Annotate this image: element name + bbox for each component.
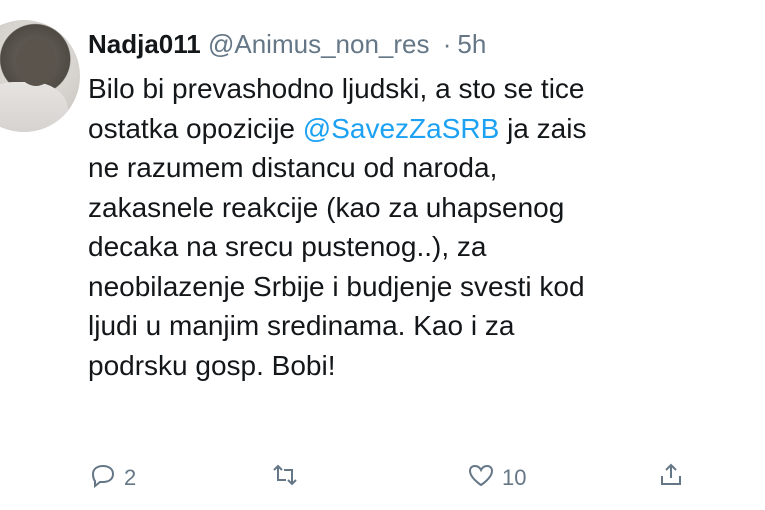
tweet-line-3: ne razumem distancu od naroda,: [88, 152, 498, 183]
tweet-line-6: neobilazenje Srbije i budjenje svesti ko…: [88, 270, 585, 302]
tweet-header: Nadja011 @Animus_non_res · 5h: [88, 28, 486, 60]
header-separator: ·: [442, 29, 452, 59]
mention-link[interactable]: @SavezZaSRB: [303, 113, 500, 144]
avatar-shirt: [0, 82, 68, 132]
share-icon: [656, 460, 686, 496]
author-name[interactable]: Nadja011: [88, 29, 201, 59]
tweet-line-2-text: ostatka opozicije: [88, 112, 296, 144]
share-button[interactable]: [656, 460, 692, 496]
tweet-line-2-tail: ja zais: [499, 112, 587, 144]
tweet-line-5: decaka na srecu pustenog..), za: [88, 231, 487, 262]
tweet-line-7: ljudi u manjim sredinama. Kao i za: [88, 310, 515, 341]
retweet-button[interactable]: [270, 460, 306, 496]
tweet-text: Bilo bi prevashodno ljudski, a sto se ti…: [88, 69, 765, 385]
tweet-card[interactable]: Nadja011 @Animus_non_res · 5h Bilo bi pre…: [0, 0, 765, 510]
tweet-line-8: podrsku gosp. Bobi!: [88, 349, 336, 381]
tweet-line-4: zakasnele reakcije (kao za uhapsenog: [88, 191, 565, 223]
tweet-actions: 2 10: [0, 452, 765, 510]
reply-icon: [88, 460, 118, 496]
heart-icon: [466, 460, 496, 496]
reply-button[interactable]: 2: [88, 460, 136, 496]
tweet-timestamp[interactable]: 5h: [457, 29, 486, 59]
avatar-head: [16, 38, 56, 86]
avatar[interactable]: [0, 20, 80, 132]
author-handle[interactable]: @Animus_non_res: [208, 29, 430, 59]
retweet-icon: [270, 460, 300, 496]
tweet-line-2: ostatka opozicije @SavezZaSRB ja zais: [88, 109, 765, 149]
reply-count: 2: [124, 465, 137, 490]
tweet-line-1: Bilo bi prevashodno ljudski, a sto se ti…: [88, 73, 585, 104]
like-button[interactable]: 10: [466, 460, 526, 496]
like-count: 10: [502, 465, 527, 490]
